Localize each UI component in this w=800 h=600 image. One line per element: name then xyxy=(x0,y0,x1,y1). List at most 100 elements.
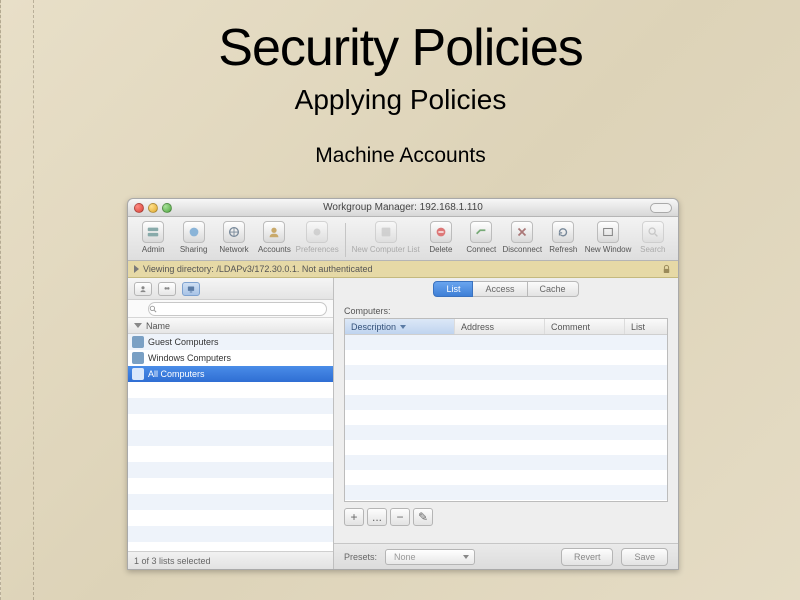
toolbar-label: Sharing xyxy=(180,245,208,254)
toolbar-label: Connect xyxy=(466,245,496,254)
table-button-bar: + ... − ✎ xyxy=(344,508,668,526)
presets-select[interactable]: None xyxy=(385,549,475,565)
revert-button[interactable]: Revert xyxy=(561,548,614,566)
add-button[interactable]: + xyxy=(344,508,364,526)
toolbar-accounts-button[interactable]: Accounts xyxy=(255,221,293,254)
filter-users-button[interactable] xyxy=(134,282,152,296)
computer-list-icon xyxy=(132,336,144,348)
server-icon xyxy=(142,221,164,243)
panel-label: Computers: xyxy=(334,300,678,318)
filter-bar xyxy=(128,278,333,300)
sort-icon xyxy=(400,325,406,329)
list-item xyxy=(128,446,333,462)
slide-title: Security Policies xyxy=(1,0,800,78)
list-item xyxy=(128,526,333,542)
toolbar-preferences-button[interactable]: Preferences xyxy=(296,221,339,254)
status-bar: 1 of 3 lists selected xyxy=(128,551,333,569)
toolbar-admin-button[interactable]: Admin xyxy=(134,221,172,254)
main-panel: List Access Cache Computers: Description… xyxy=(334,278,678,569)
presets-label: Presets: xyxy=(344,552,377,562)
toolbar-connect-button[interactable]: Connect xyxy=(462,221,500,254)
column-label: Name xyxy=(146,321,170,331)
computer-list-icon xyxy=(132,352,144,364)
computer-list-icon xyxy=(132,368,144,380)
list-item xyxy=(128,382,333,398)
th-comment[interactable]: Comment xyxy=(545,319,625,334)
list-item-label: Windows Computers xyxy=(148,353,231,363)
toolbar-label: New Window xyxy=(585,245,632,254)
toolbar-label: Network xyxy=(219,245,248,254)
list-item xyxy=(128,478,333,494)
toolbar-label: Delete xyxy=(429,245,452,254)
remove-button[interactable]: − xyxy=(390,508,410,526)
auth-text: Viewing directory: /LDAPv3/172.30.0.1. N… xyxy=(143,264,372,274)
list-item xyxy=(128,510,333,526)
toolbar-delete-button[interactable]: Delete xyxy=(422,221,460,254)
tab-list[interactable]: List xyxy=(433,281,473,297)
table-row xyxy=(345,455,667,470)
toolbar-label: Disconnect xyxy=(502,245,542,254)
filter-groups-button[interactable] xyxy=(158,282,176,296)
tab-access[interactable]: Access xyxy=(473,281,527,297)
toolbar-label: Accounts xyxy=(258,245,291,254)
save-button[interactable]: Save xyxy=(621,548,668,566)
new-window-icon xyxy=(597,221,619,243)
window-title: Workgroup Manager: 192.168.1.110 xyxy=(128,202,678,213)
table-row xyxy=(345,365,667,380)
toolbar-search-button[interactable]: Search xyxy=(634,221,672,254)
list-item xyxy=(128,494,333,510)
table-row xyxy=(345,335,667,350)
column-header[interactable]: Name xyxy=(128,318,333,334)
toolbar-disconnect-button[interactable]: Disconnect xyxy=(502,221,542,254)
th-label: Description xyxy=(351,322,396,332)
toolbar-label: Preferences xyxy=(296,245,339,254)
slide-section: Machine Accounts xyxy=(1,144,800,168)
list-item[interactable]: Guest Computers xyxy=(128,334,333,350)
toolbar-network-button[interactable]: Network xyxy=(215,221,253,254)
th-description[interactable]: Description xyxy=(345,319,455,334)
toolbar-refresh-button[interactable]: Refresh xyxy=(544,221,582,254)
app-window: Workgroup Manager: 192.168.1.110 Admin S… xyxy=(127,198,679,570)
computer-list: Guest Computers Windows Computers All Co… xyxy=(128,334,333,551)
search-input[interactable] xyxy=(148,302,327,316)
titlebar: Workgroup Manager: 192.168.1.110 xyxy=(128,199,678,217)
table-row xyxy=(345,485,667,500)
list-item-label: Guest Computers xyxy=(148,337,219,347)
auth-bar: Viewing directory: /LDAPv3/172.30.0.1. N… xyxy=(128,261,678,278)
tabs: List Access Cache xyxy=(334,278,678,300)
table-row xyxy=(345,410,667,425)
sort-icon xyxy=(134,323,142,328)
table-row xyxy=(345,440,667,455)
delete-icon xyxy=(430,221,452,243)
filter-computers-button[interactable] xyxy=(182,282,200,296)
list-item-label: All Computers xyxy=(148,369,205,379)
list-item[interactable]: All Computers xyxy=(128,366,333,382)
sharing-icon xyxy=(183,221,205,243)
disclosure-icon[interactable] xyxy=(134,265,139,273)
list-item xyxy=(128,398,333,414)
toolbar-new-computer-list-button[interactable]: New Computer List xyxy=(352,221,420,254)
options-button[interactable]: ... xyxy=(367,508,387,526)
toolbar-sharing-button[interactable]: Sharing xyxy=(174,221,212,254)
accounts-icon xyxy=(263,221,285,243)
sidebar: Name Guest Computers Windows Computers A… xyxy=(128,278,334,569)
new-list-icon xyxy=(375,221,397,243)
toolbar-new-window-button[interactable]: New Window xyxy=(584,221,631,254)
toolbar: Admin Sharing Network Accounts Preferenc… xyxy=(128,217,678,261)
table-header: Description Address Comment List xyxy=(345,319,667,335)
refresh-icon xyxy=(552,221,574,243)
toolbar-label: Admin xyxy=(142,245,165,254)
network-icon xyxy=(223,221,245,243)
th-list[interactable]: List xyxy=(625,319,667,334)
list-item xyxy=(128,414,333,430)
edit-button[interactable]: ✎ xyxy=(413,508,433,526)
toolbar-label: Search xyxy=(640,245,665,254)
th-address[interactable]: Address xyxy=(455,319,545,334)
toolbar-label: New Computer List xyxy=(352,245,420,254)
lock-icon[interactable] xyxy=(660,263,672,275)
search-wrap xyxy=(128,300,333,318)
disconnect-icon xyxy=(511,221,533,243)
tab-cache[interactable]: Cache xyxy=(528,281,579,297)
list-item[interactable]: Windows Computers xyxy=(128,350,333,366)
table-row xyxy=(345,425,667,440)
